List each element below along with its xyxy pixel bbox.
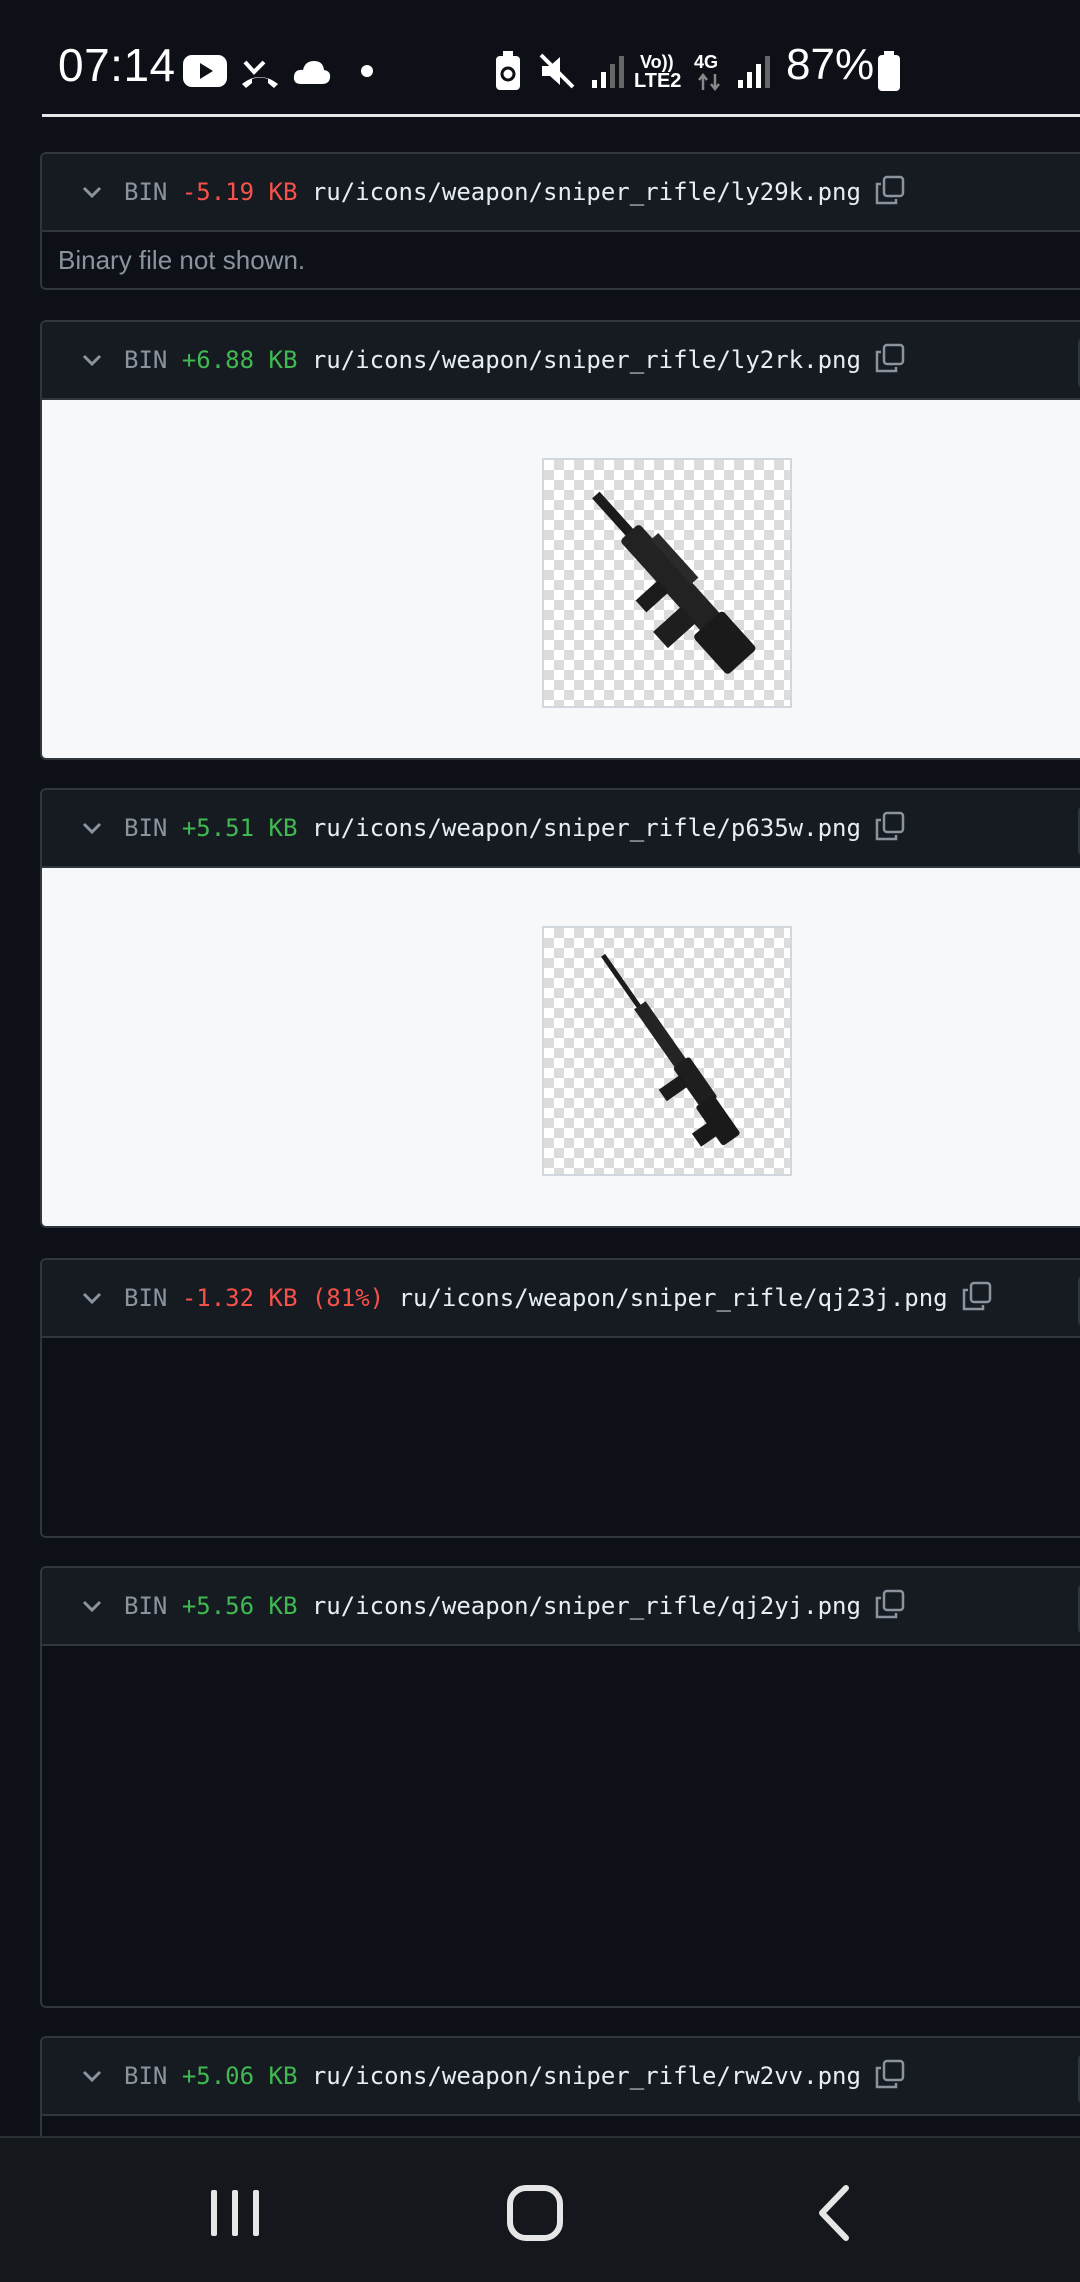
diff-body	[42, 1646, 1080, 2006]
recent-apps-icon[interactable]	[200, 2178, 270, 2248]
system-nav-bar	[0, 2136, 1080, 2282]
file-header-line: BIN +5.56 KB ru/icons/weapon/sniper_rifl…	[124, 1568, 905, 1644]
chevron-down-icon[interactable]	[78, 1592, 106, 1620]
file-header-line: BIN +5.06 KB ru/icons/weapon/sniper_rifl…	[124, 2038, 905, 2114]
signal-icon	[592, 56, 624, 88]
diff-file: BIN -5.19 KB ru/icons/weapon/sniper_rifl…	[40, 152, 1080, 290]
file-header[interactable]: BIN +5.51 KB ru/icons/weapon/sniper_rifl…	[42, 790, 1080, 868]
copy-icon[interactable]	[875, 343, 905, 373]
status-time: 07:14	[58, 39, 176, 91]
size-change: +5.06 KB	[181, 2062, 298, 2090]
status-bar: 07:14 Vo)) LTE2 4G 87%	[0, 0, 1080, 116]
size-change: +6.88 KB	[181, 346, 298, 374]
file-header[interactable]: BIN +6.88 KB ru/icons/weapon/sniper_rifl…	[42, 322, 1080, 400]
file-header-line: BIN +6.88 KB ru/icons/weapon/sniper_rifl…	[124, 322, 905, 398]
diff-file: BIN +5.51 KB ru/icons/weapon/sniper_rifl…	[40, 788, 1080, 1228]
rifle-image	[601, 953, 740, 1147]
file-header-line: BIN -1.32 KB (81%) ru/icons/weapon/snipe…	[124, 1260, 992, 1336]
missed-call-icon	[242, 60, 278, 88]
copy-icon[interactable]	[962, 1281, 992, 1311]
bin-label: BIN	[124, 1284, 168, 1312]
copy-icon[interactable]	[875, 2059, 905, 2089]
youtube-icon	[183, 55, 227, 87]
battery-icon	[878, 51, 900, 91]
copy-icon[interactable]	[875, 175, 905, 205]
bin-label: BIN	[124, 1592, 168, 1620]
file-header[interactable]: BIN +5.56 KB ru/icons/weapon/sniper_rifl…	[42, 1568, 1080, 1646]
image-thumbnail[interactable]	[542, 926, 792, 1176]
image-preview	[42, 400, 1080, 758]
file-path[interactable]: ru/icons/weapon/sniper_rifle/p635w.png	[312, 814, 861, 842]
bin-label: BIN	[124, 178, 168, 206]
data-arrows-icon	[698, 72, 720, 92]
copy-icon[interactable]	[875, 811, 905, 841]
binary-note: Binary file not shown.	[58, 245, 306, 275]
image-preview	[42, 868, 1080, 1226]
signal-icon-2	[738, 56, 770, 88]
chevron-down-icon[interactable]	[78, 346, 106, 374]
file-path[interactable]: ru/icons/weapon/sniper_rifle/qj23j.png	[399, 1284, 948, 1312]
page-load-progress	[42, 114, 1080, 117]
size-change: +5.56 KB	[181, 1592, 298, 1620]
chevron-down-icon[interactable]	[78, 178, 106, 206]
battery-saver-icon	[496, 51, 520, 90]
file-header[interactable]: BIN -5.19 KB ru/icons/weapon/sniper_rifl…	[42, 154, 1080, 232]
file-header[interactable]: BIN +5.06 KB ru/icons/weapon/sniper_rifl…	[42, 2038, 1080, 2116]
size-change: +5.51 KB	[181, 814, 298, 842]
network-4g-label: 4G	[694, 52, 719, 72]
file-path[interactable]: ru/icons/weapon/sniper_rifle/ly2rk.png	[312, 346, 861, 374]
copy-icon[interactable]	[875, 1589, 905, 1619]
battery-percent: 87%	[786, 40, 875, 89]
diff-file: BIN -1.32 KB (81%) ru/icons/weapon/snipe…	[40, 1258, 1080, 1538]
chevron-down-icon[interactable]	[78, 1284, 106, 1312]
back-icon[interactable]	[800, 2178, 870, 2248]
diff-file: BIN +5.56 KB ru/icons/weapon/sniper_rifl…	[40, 1566, 1080, 2008]
file-header[interactable]: BIN -1.32 KB (81%) ru/icons/weapon/snipe…	[42, 1260, 1080, 1338]
chevron-down-icon[interactable]	[78, 2062, 106, 2090]
size-change: -1.32 KB (81%)	[181, 1284, 385, 1312]
file-path[interactable]: ru/icons/weapon/sniper_rifle/ly29k.png	[312, 178, 861, 206]
cloud-icon	[293, 61, 331, 84]
bin-label: BIN	[124, 814, 168, 842]
chevron-down-icon[interactable]	[78, 814, 106, 842]
dot-icon	[361, 65, 373, 77]
file-path[interactable]: ru/icons/weapon/sniper_rifle/qj2yj.png	[312, 1592, 861, 1620]
mute-icon	[539, 53, 575, 89]
diff-body	[42, 1338, 1080, 1536]
size-change: -5.19 KB	[181, 178, 298, 206]
file-header-line: BIN -5.19 KB ru/icons/weapon/sniper_rifl…	[124, 154, 905, 230]
image-thumbnail[interactable]	[542, 458, 792, 708]
file-header-line: BIN +5.51 KB ru/icons/weapon/sniper_rifl…	[124, 790, 905, 866]
lte-label: LTE2	[634, 70, 682, 92]
home-icon[interactable]	[500, 2178, 570, 2248]
rifle-image	[592, 491, 756, 674]
bin-label: BIN	[124, 2062, 168, 2090]
file-path[interactable]: ru/icons/weapon/sniper_rifle/rw2vv.png	[312, 2062, 861, 2090]
diff-file: BIN +6.88 KB ru/icons/weapon/sniper_rifl…	[40, 320, 1080, 760]
bin-label: BIN	[124, 346, 168, 374]
